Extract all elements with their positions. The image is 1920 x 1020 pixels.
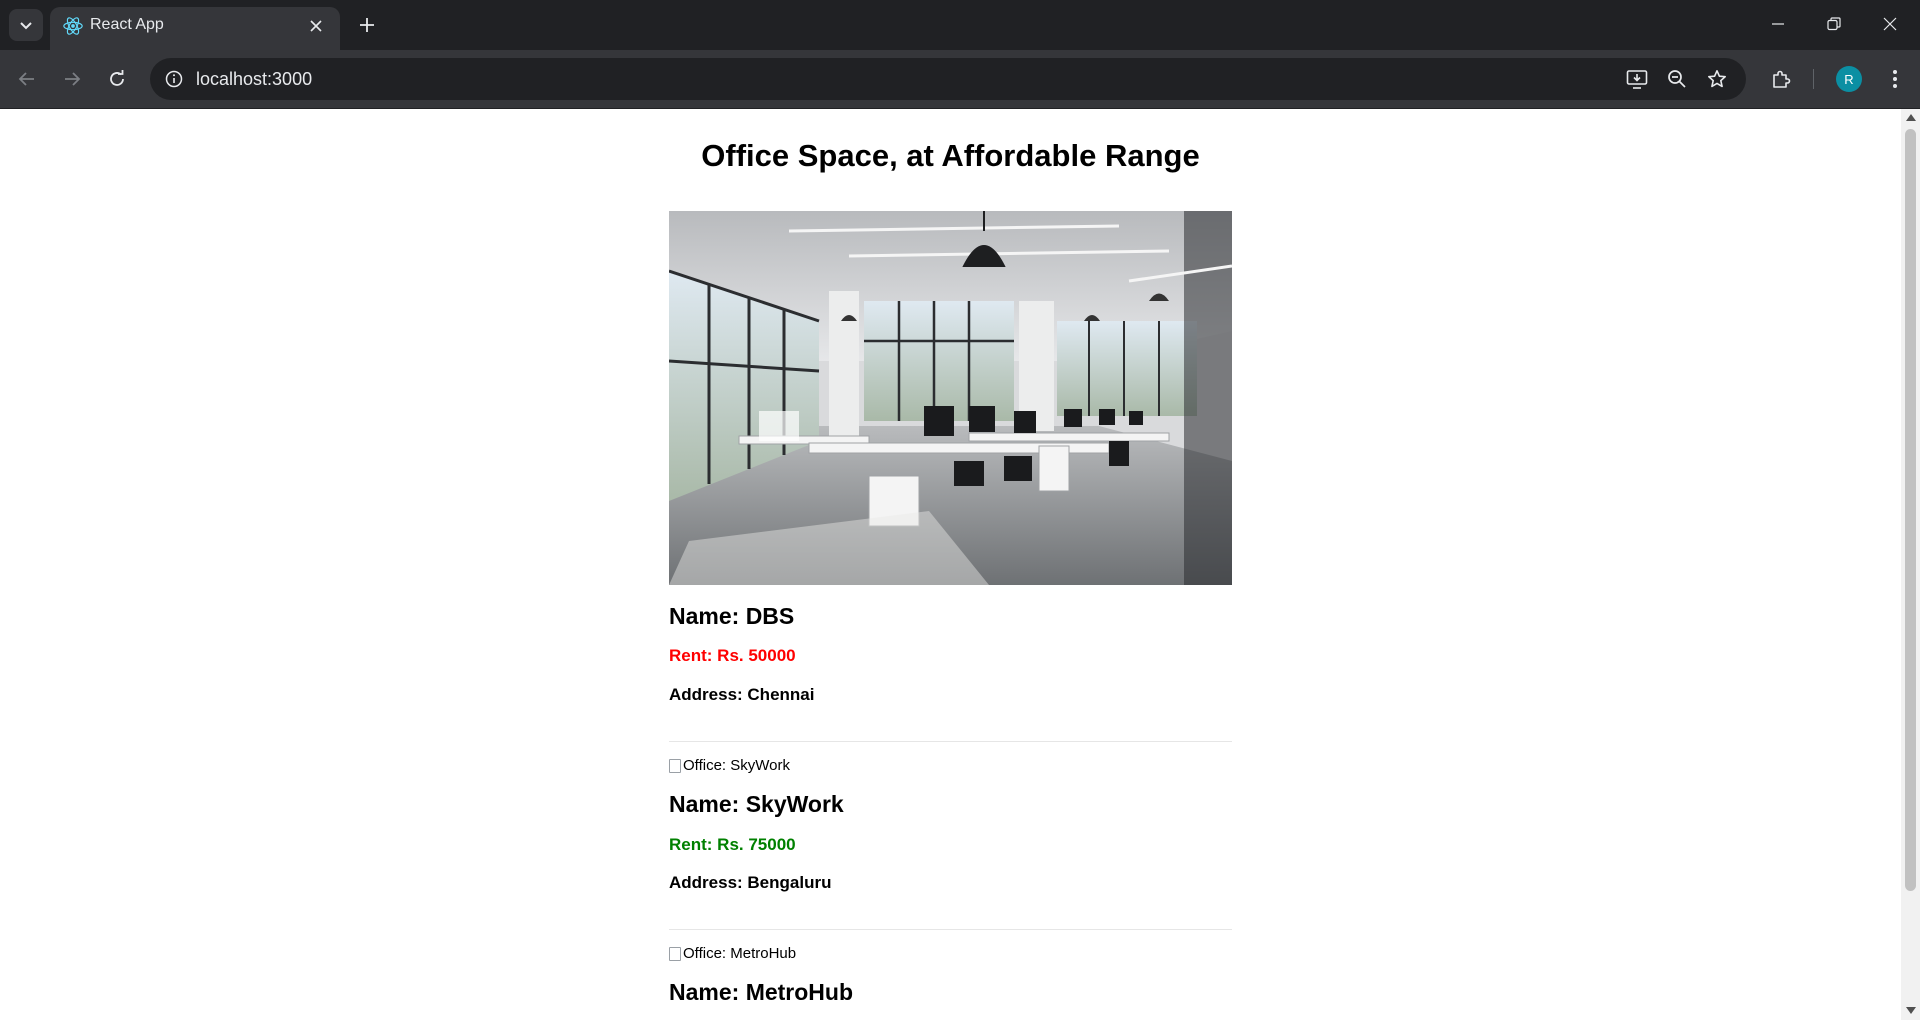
minimize-icon	[1772, 23, 1784, 25]
page-scrollbar[interactable]	[1901, 109, 1920, 1020]
tab-search-button[interactable]	[9, 9, 43, 41]
chevron-down-icon	[20, 22, 32, 30]
toolbar-divider	[1813, 69, 1814, 89]
browser-toolbar: localhost:3000 R	[0, 50, 1920, 109]
close-icon	[310, 20, 322, 32]
site-info-button[interactable]	[162, 67, 186, 91]
listing-divider	[669, 741, 1232, 742]
url-text: localhost:3000	[196, 69, 313, 89]
new-tab-button[interactable]	[352, 10, 382, 40]
scroll-up-arrow-icon[interactable]	[1906, 114, 1916, 121]
zoom-out-icon	[1668, 70, 1686, 88]
listing-divider	[669, 929, 1232, 930]
office-listing	[669, 211, 1232, 585]
image-alt-text: Office: MetroHub	[683, 945, 797, 962]
office-name: Name: MetroHub	[669, 979, 854, 1005]
puzzle-icon	[1773, 70, 1791, 88]
info-icon	[165, 70, 183, 88]
extensions-button[interactable]	[1766, 64, 1796, 94]
back-button[interactable]	[10, 62, 44, 96]
zoom-button[interactable]	[1663, 65, 1691, 93]
minimize-button[interactable]	[1750, 0, 1806, 48]
reload-icon	[110, 70, 124, 86]
kebab-menu-icon	[1893, 70, 1897, 88]
office-image-broken: Office: SkyWork	[669, 757, 790, 774]
tab-active[interactable]: React App	[50, 7, 340, 50]
browser-menu-button[interactable]	[1880, 64, 1910, 94]
close-icon	[1883, 17, 1897, 31]
scroll-down-arrow-icon[interactable]	[1906, 1007, 1916, 1014]
star-icon	[1708, 70, 1726, 88]
restore-icon	[1827, 17, 1841, 31]
office-image	[669, 211, 1232, 585]
react-icon	[63, 17, 83, 35]
arrow-left-icon	[18, 72, 34, 86]
restore-button[interactable]	[1806, 0, 1862, 48]
office-name: Name: DBS	[669, 603, 795, 629]
office-rent: Rent: Rs. 75000	[669, 835, 796, 854]
office-photo-illustration	[669, 211, 1232, 585]
profile-avatar[interactable]: R	[1836, 66, 1862, 92]
address-bar[interactable]: localhost:3000	[150, 58, 1746, 100]
bookmark-button[interactable]	[1703, 65, 1731, 93]
reload-button[interactable]	[100, 62, 134, 96]
page-viewport: Office Space, at Affordable Range Name: …	[0, 109, 1901, 1020]
scroll-thumb[interactable]	[1905, 129, 1916, 891]
plus-icon	[360, 18, 374, 32]
tab-close-button[interactable]	[304, 14, 328, 38]
office-address: Address: Chennai	[669, 685, 815, 704]
office-image-broken: Office: MetroHub	[669, 945, 796, 962]
install-app-icon	[1626, 70, 1648, 89]
tab-title: React App	[90, 16, 164, 33]
forward-button[interactable]	[55, 62, 89, 96]
broken-image-icon	[669, 946, 681, 961]
page-title: Office Space, at Affordable Range	[701, 138, 1200, 173]
broken-image-icon	[669, 758, 681, 773]
office-rent: Rent: Rs. 50000	[669, 646, 796, 665]
office-address: Address: Bengaluru	[669, 873, 832, 892]
arrow-right-icon	[65, 72, 81, 86]
close-window-button[interactable]	[1862, 0, 1918, 48]
tab-strip: React App	[0, 0, 1920, 50]
office-name: Name: SkyWork	[669, 791, 844, 817]
install-app-button[interactable]	[1623, 65, 1651, 93]
image-alt-text: Office: SkyWork	[683, 757, 790, 774]
